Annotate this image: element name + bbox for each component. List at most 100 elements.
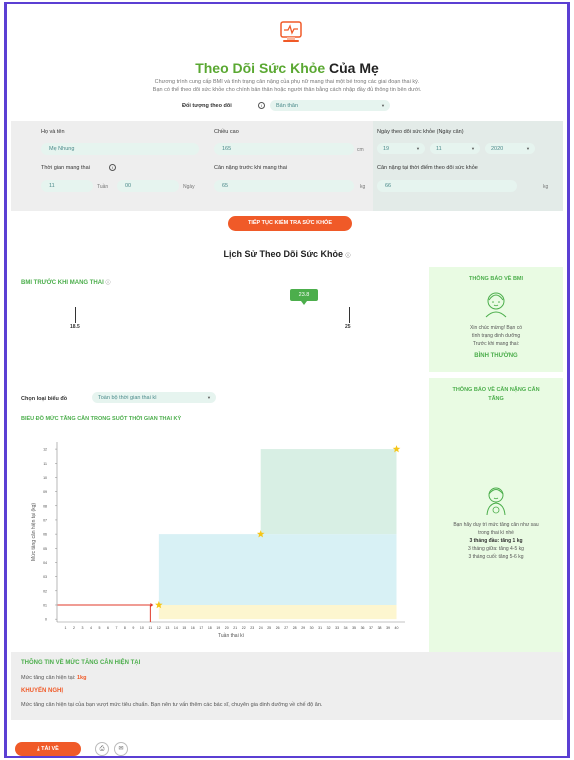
download-button[interactable]: ⤓ TẢI VỀ (15, 742, 81, 756)
chart-x-tick-label: 7 (115, 626, 117, 630)
bmi-title: BMI TRƯỚC KHI MANG THAI ⓘ (21, 279, 110, 286)
chart-y-tick-label: 07 (43, 518, 47, 522)
chart-y-tick-label: 06 (43, 533, 47, 537)
chart-x-tick-label: 10 (140, 626, 144, 630)
chart-x-tick-label: 39 (386, 626, 390, 630)
chart-x-tick-label: 20 (225, 626, 229, 630)
date-label: Ngày theo dõi sức khỏe (Ngày cân) (377, 129, 464, 135)
chart-x-tick-label: 6 (107, 626, 109, 630)
chart-x-tick-label: 19 (216, 626, 220, 630)
day-value: 19 (383, 146, 390, 152)
chart-band-2 (158, 534, 397, 605)
info-title: THÔNG TIN VỀ MỨC TĂNG CÂN HIỆN TẠI (21, 660, 141, 666)
cur-weight-label: Cân nặng tại thời điểm theo dõi sức khỏe (377, 165, 478, 171)
target-select[interactable]: Bản thân ▼ (270, 100, 390, 111)
day-select[interactable]: 19 ▼ (377, 143, 425, 154)
current-gain-label: Mức tăng cân hiện tại: (21, 675, 76, 681)
chart-title: BIỂU ĐỒ MỨC TĂNG CÂN TRONG SUỐT THỜI GIA… (21, 416, 182, 422)
bmi-seg-over: Thừa cân (370, 310, 394, 316)
chart-x-tick-label: 37 (369, 626, 373, 630)
weight-notice-line1: Bạn hãy duy trì mức tăng cân như sau (453, 522, 539, 528)
chevron-down-icon: ▼ (526, 146, 530, 151)
weight-notice-line3: 3 tháng đầu: tăng 1 kg (469, 538, 523, 544)
info-icon[interactable]: i (109, 164, 116, 171)
cur-weight-unit: kg (543, 184, 549, 190)
chart-x-tick-label: 28 (293, 626, 297, 630)
chart-band-3 (260, 449, 397, 535)
chevron-down-icon: ▼ (381, 103, 385, 108)
chart-x-tick-label: 17 (199, 626, 203, 630)
chart-x-tick-label: 34 (344, 626, 348, 630)
height-unit: cm (357, 147, 364, 153)
bmi-notice-line2: tình trạng dinh dưỡng (471, 333, 521, 339)
cur-weight-input[interactable]: 66 (377, 180, 517, 192)
chart-x-tick-label: 13 (165, 626, 169, 630)
chart-x-tick-label: 25 (267, 626, 271, 630)
info-icon: ⓘ (105, 280, 111, 286)
weeks-input[interactable]: 11 (41, 180, 93, 192)
chart-y-tick-label: 01 (43, 603, 47, 607)
chart-y-tick-label: 08 (43, 504, 47, 508)
chart-x-tick-label: 14 (174, 626, 178, 630)
chart-y-tick-label: 11 (43, 462, 47, 466)
bmi-value-badge: 23.8 (290, 289, 318, 301)
current-gain: Mức tăng cân hiện tại: 1kg (21, 675, 86, 681)
chart-x-tick-label: 9 (132, 626, 134, 630)
weight-gain-chart: 00102030405060708091011121 2 3 4 5 6 7 8 9 10 11 12… (31, 442, 405, 639)
chart-x-tick-label: 21 (233, 626, 237, 630)
chart-x-tick-label: 2 (73, 626, 75, 630)
download-icon: ⤓ (37, 746, 40, 752)
name-input[interactable]: Mẹ Nhung (41, 143, 199, 155)
chart-y-tick-label: 0 (45, 618, 47, 622)
chart-y-tick-label: 10 (43, 476, 47, 480)
history-title: Lịch Sử Theo Dõi Sức Khỏe ⓘ (7, 249, 567, 259)
chart-x-tick-label: 31 (318, 626, 322, 630)
weight-notice-line5: 3 tháng cuối: tăng 5-6 kg (468, 554, 524, 560)
month-select[interactable]: 11 ▼ (430, 143, 480, 154)
chevron-down-icon: ▼ (207, 395, 211, 400)
chart-x-tick-label: 29 (301, 626, 305, 630)
info-icon: ⓘ (345, 253, 351, 259)
chart-x-axis-label: Tuần thai kì (218, 633, 245, 639)
chart-x-tick-label: 26 (276, 626, 280, 630)
continue-button[interactable]: TIẾP TỤC KIỂM TRA SỨC KHỎE (228, 216, 352, 231)
chart-y-axis-label: Mức tăng cân hiện tại (kg) (31, 503, 37, 561)
chart-x-tick-label: 18 (208, 626, 212, 630)
info-icon[interactable]: i (258, 102, 265, 109)
chart-x-tick-label: 35 (352, 626, 356, 630)
height-input[interactable]: 165 (214, 143, 354, 155)
bmi-pointer-icon (301, 301, 307, 305)
target-select-value: Bản thân (276, 103, 299, 109)
chart-x-tick-label: 40 (395, 626, 399, 630)
print-button[interactable]: ⎙ (95, 742, 109, 756)
woman-avatar-icon (485, 292, 507, 318)
target-label: Đối tượng theo dõi (182, 103, 232, 109)
weight-notice-title-2: TĂNG (488, 396, 504, 402)
bmi-seg-thin: Gầy (43, 310, 53, 316)
days-input[interactable]: 00 (117, 180, 179, 192)
chart-x-tick-label: 3 (81, 626, 83, 630)
year-select[interactable]: 2020 ▼ (485, 143, 535, 154)
chart-type-value: Toàn bộ thời gian thai kì (98, 395, 157, 401)
pre-weight-input[interactable]: 65 (214, 180, 354, 192)
month-value: 11 (436, 146, 442, 152)
bmi-tick-2: 25 (345, 324, 351, 330)
chevron-down-icon: ▼ (416, 146, 420, 151)
chart-y-tick-label: 09 (43, 490, 47, 494)
chart-type-select[interactable]: Toàn bộ thời gian thai kì ▼ (92, 392, 216, 403)
chart-x-tick-label: 8 (124, 626, 126, 630)
download-label: TẢI VỀ (41, 746, 59, 752)
chart-x-tick-label: 16 (191, 626, 195, 630)
chart-y-tick-label: 05 (43, 547, 47, 551)
weight-notice-line4: 3 tháng giữa: tăng 4-5 kg (468, 546, 524, 552)
advice-text: Mức tăng cân hiện tại của bạn vượt mức t… (21, 702, 323, 708)
bmi-status: BÌNH THƯỜNG (474, 353, 518, 359)
chart-band-1 (158, 604, 397, 620)
page-title-black: Của Mẹ (329, 60, 379, 76)
pregnant-woman-icon (486, 487, 506, 516)
chart-x-tick-label: 11 (149, 626, 153, 630)
chart-type-label: Chọn loại biểu đồ (21, 396, 68, 402)
email-button[interactable]: ✉ (114, 742, 128, 756)
advice-title: KHUYẾN NGHỊ (21, 688, 64, 694)
chart-x-tick-label: 4 (90, 626, 92, 630)
